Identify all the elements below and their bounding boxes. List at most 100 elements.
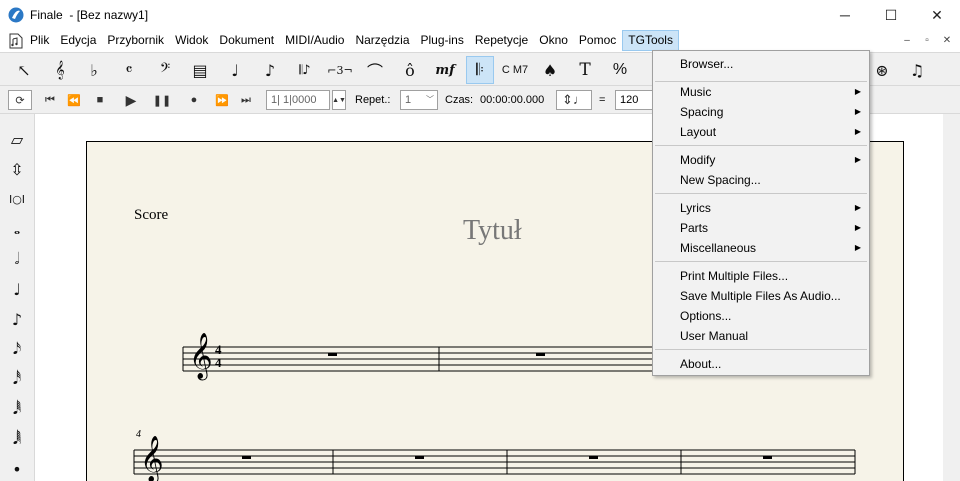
menu-plug-ins[interactable]: Plug-ins <box>416 30 469 51</box>
menu-item-miscellaneous[interactable]: Miscellaneous ▶ <box>653 238 869 258</box>
menu-plik[interactable]: Plik <box>25 30 54 51</box>
menu-repetycje[interactable]: Repetycje <box>470 30 533 51</box>
menu-item-layout[interactable]: Layout ▶ <box>653 122 869 142</box>
maximize-button[interactable]: ☐ <box>868 0 914 30</box>
mdi-minimize-button[interactable]: – <box>898 33 916 49</box>
record-icon[interactable]: ● <box>184 90 204 110</box>
menu-item-save-multiple-files-audio[interactable]: Save Multiple Files As Audio... <box>653 286 869 306</box>
vertical-scrollbar[interactable] <box>943 114 960 481</box>
submenu-arrow-icon: ▶ <box>854 223 861 232</box>
menu-separator <box>655 193 867 194</box>
playback-toolbar: ⟳ ⏮ ⏪ ■ ▶ ❚❚ ● ⏩ ⏭ 1| 1|0000 ▲▼ Repet.: … <box>0 86 660 114</box>
playback-settings-icon[interactable]: ⟳ <box>8 90 32 110</box>
sixteenth-note-icon[interactable]: 𝅘𝅥𝅯 <box>4 336 30 362</box>
text-tool-icon[interactable]: T <box>571 56 599 84</box>
treble-clef-icon-2: 𝄞 <box>140 436 164 481</box>
close-button[interactable]: ✕ <box>914 0 960 30</box>
speedy-entry-tool-icon[interactable]: ♪ <box>256 56 284 84</box>
articulation-tool-icon[interactable]: ô <box>396 56 424 84</box>
menu-przybornik[interactable]: Przybornik <box>102 30 169 51</box>
menu-separator <box>655 261 867 262</box>
augmentation-dot-icon[interactable]: • <box>4 456 30 481</box>
treble-clef-icon: 𝄞 <box>189 333 213 379</box>
spacer-icon[interactable]: ⇳ <box>4 156 30 182</box>
menu-item-parts[interactable]: Parts ▶ <box>653 218 869 238</box>
stop-icon[interactable]: ■ <box>90 90 110 110</box>
submenu-arrow-icon: ▶ <box>854 107 861 116</box>
lyrics-tool-icon[interactable]: ♠ <box>536 56 564 84</box>
mdi-controls: – ▫ ✕ <box>898 30 956 51</box>
measure-stepper-icon[interactable]: ▲▼ <box>332 90 346 110</box>
mirror-tool-icon[interactable]: ⊛ <box>868 56 896 84</box>
time-signature-top: 4 <box>215 342 222 357</box>
menu-item-print-multiple-files[interactable]: Print Multiple Files... <box>653 266 869 286</box>
title-bar: Finale - [Bez nazwy1] ─ ☐ ✕ <box>0 0 960 30</box>
menu-narzedzia[interactable]: Narzędzia <box>350 30 414 51</box>
repeat-tool-icon[interactable]: 𝄆 <box>466 56 494 84</box>
document-icon[interactable] <box>8 33 24 49</box>
fast-forward-icon[interactable]: ⏩ <box>212 90 232 110</box>
simple-entry-tool-icon[interactable]: ♩ <box>221 56 249 84</box>
half-note-icon[interactable]: 𝅗𝅥 <box>4 246 30 272</box>
midi-tool-icon[interactable]: ♫ <box>903 56 931 84</box>
menu-separator <box>655 145 867 146</box>
repet-select[interactable]: 1 ﹀ <box>400 90 438 110</box>
menu-item-options[interactable]: Options... <box>653 306 869 326</box>
menu-item-about[interactable]: About... <box>653 354 869 374</box>
mdi-restore-button[interactable]: ▫ <box>918 33 936 49</box>
menu-pomoc[interactable]: Pomoc <box>574 30 621 51</box>
window-title: Finale - [Bez nazwy1] <box>30 8 149 22</box>
quarter-note-icon[interactable]: ♩ <box>4 276 30 302</box>
menu-item-music[interactable]: Music ▶ <box>653 82 869 102</box>
selection-tool-icon[interactable]: ↖ <box>10 56 38 84</box>
minimize-button[interactable]: ─ <box>822 0 868 30</box>
key-signature-tool-icon[interactable]: ♭ <box>80 56 108 84</box>
rewind-icon[interactable]: ⏪ <box>64 90 84 110</box>
menu-item-user-manual[interactable]: User Manual <box>653 326 869 346</box>
expression-tool-icon[interactable]: mf <box>431 56 459 84</box>
staff-tool-icon[interactable]: 𝄞 <box>46 56 74 84</box>
tempo-equals: = <box>599 94 606 106</box>
clef-tool-icon[interactable]: 𝄢 <box>151 56 179 84</box>
hyperscribe-tool-icon[interactable]: 𝄃♪ <box>291 56 319 84</box>
submenu-arrow-icon: ▶ <box>854 127 861 136</box>
menu-separator <box>655 349 867 350</box>
submenu-arrow-icon: ▶ <box>854 87 861 96</box>
chord-tool-icon[interactable]: C M7 <box>501 56 529 84</box>
time-signature-tool-icon[interactable]: 𝄴 <box>115 56 143 84</box>
skip-to-end-icon[interactable]: ⏭ <box>236 90 256 110</box>
menu-item-spacing[interactable]: Spacing ▶ <box>653 102 869 122</box>
menu-edycja[interactable]: Edycja <box>55 30 101 51</box>
menu-okno[interactable]: Okno <box>534 30 573 51</box>
menu-dokument[interactable]: Dokument <box>214 30 279 51</box>
tuplet-tool-icon[interactable]: ⌐3¬ <box>326 56 354 84</box>
time-label: Czas: <box>445 94 474 106</box>
simple-entry-palette: ▱ ⇳ I○I 𝅝 𝅗𝅥 ♩ ♪ 𝅘𝅥𝅯 𝅘𝅥𝅰 𝅘𝅥𝅱 𝅘𝅥𝅲 • <box>0 114 35 481</box>
play-icon[interactable]: ▶ <box>120 90 142 110</box>
eighth-note-icon[interactable]: ♪ <box>4 306 30 332</box>
resize-tool-icon[interactable]: % <box>606 56 634 84</box>
menu-item-new-spacing[interactable]: New Spacing... <box>653 170 869 190</box>
measure-counter-input[interactable]: 1| 1|0000 <box>266 90 330 110</box>
menu-widok[interactable]: Widok <box>170 30 213 51</box>
hundred-twenty-eighth-note-icon[interactable]: 𝅘𝅥𝅲 <box>4 426 30 452</box>
measure-tool-icon[interactable]: ▤ <box>186 56 214 84</box>
smart-shape-tool-icon[interactable]: ⌒ <box>361 56 389 84</box>
whole-note-icon[interactable]: 𝅝 <box>4 216 30 242</box>
menu-item-browser[interactable]: Browser... <box>653 54 869 74</box>
rewind-to-start-icon[interactable]: ⏮ <box>40 90 60 110</box>
tempo-note-icon[interactable]: ⇕♩ <box>556 90 592 110</box>
eraser-icon[interactable]: ▱ <box>4 126 30 152</box>
menu-midi-audio[interactable]: MIDI/Audio <box>280 30 349 51</box>
slash-icon[interactable]: I○I <box>4 186 30 212</box>
menu-tgtools[interactable]: TGTools <box>622 30 679 51</box>
submenu-arrow-icon: ▶ <box>854 203 861 212</box>
menu-item-modify[interactable]: Modify ▶ <box>653 150 869 170</box>
sixty-fourth-note-icon[interactable]: 𝅘𝅥𝅱 <box>4 396 30 422</box>
finale-app-icon[interactable] <box>8 7 24 23</box>
repet-label: Repet.: <box>355 94 391 106</box>
mdi-close-button[interactable]: ✕ <box>938 33 956 49</box>
menu-item-lyrics[interactable]: Lyrics ▶ <box>653 198 869 218</box>
pause-icon[interactable]: ❚❚ <box>152 90 172 110</box>
thirty-second-note-icon[interactable]: 𝅘𝅥𝅰 <box>4 366 30 392</box>
